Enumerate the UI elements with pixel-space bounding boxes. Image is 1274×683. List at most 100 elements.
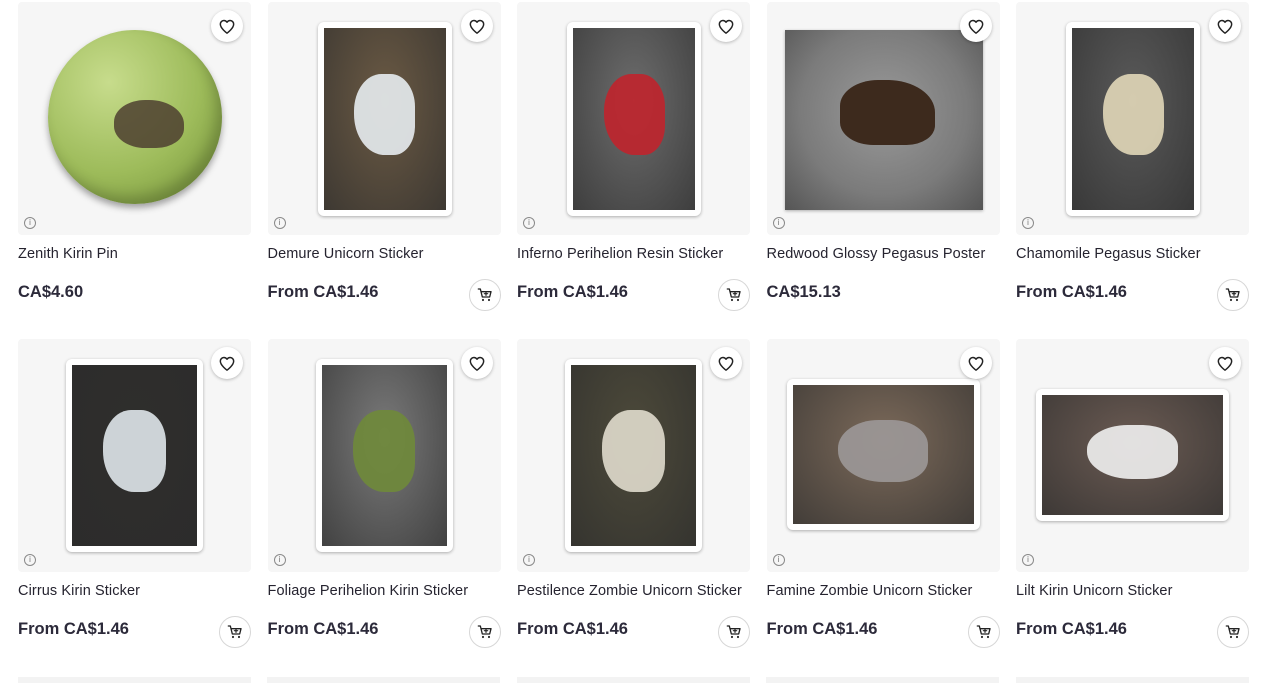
sticker-image: [565, 359, 702, 552]
product-thumbnail[interactable]: i: [1016, 339, 1249, 572]
favorite-button[interactable]: [710, 347, 742, 379]
product-card[interactable]: i Foliage Perihelion Kirin Sticker From CA…: [267, 339, 501, 676]
add-to-cart-button[interactable]: [468, 279, 501, 311]
add-to-cart-button[interactable]: [718, 616, 750, 648]
product-card[interactable]: i Demure Unicorn Sticker From CA$1.46: [267, 2, 501, 339]
heart-icon: [968, 356, 984, 371]
heart-icon: [469, 356, 485, 371]
info-icon[interactable]: i: [523, 554, 535, 566]
product-price: From CA$1.46: [18, 620, 129, 638]
product-thumbnail[interactable]: i: [18, 2, 251, 235]
heart-icon: [219, 19, 235, 34]
info-icon[interactable]: i: [24, 217, 36, 229]
product-card[interactable]: i Chamomile Pegasus Sticker From CA$1.46: [1016, 2, 1249, 339]
sticker-image: [1066, 22, 1200, 216]
product-title[interactable]: Zenith Kirin Pin: [18, 246, 118, 262]
product-thumbnail[interactable]: i: [267, 339, 501, 572]
product-price: From CA$1.46: [267, 620, 379, 638]
heart-icon: [718, 356, 734, 371]
info-icon[interactable]: i: [772, 217, 785, 229]
info-icon[interactable]: i: [24, 554, 36, 566]
add-to-cart-icon: [1225, 287, 1241, 303]
product-grid: i Zenith Kirin Pin CA$4.60 i Demure Unicorn …: [18, 2, 1249, 676]
product-card[interactable]: i Redwood Glossy Pegasus Poster CA$15.13: [766, 2, 1000, 339]
product-price: From CA$1.46: [517, 620, 628, 638]
favorite-button[interactable]: [959, 10, 992, 42]
next-row-card: [517, 677, 750, 683]
sticker-image: [786, 379, 980, 530]
add-to-cart-icon: [976, 624, 992, 640]
product-card[interactable]: i Cirrus Kirin Sticker From CA$1.46: [18, 339, 251, 676]
favorite-button[interactable]: [211, 10, 243, 42]
add-to-cart-button[interactable]: [718, 279, 750, 311]
favorite-button[interactable]: [710, 10, 742, 42]
poster-image: [784, 30, 983, 210]
product-title[interactable]: Famine Zombie Unicorn Sticker: [767, 583, 973, 599]
next-row-card: [766, 677, 999, 683]
product-price: CA$4.60: [18, 283, 84, 301]
product-price: CA$15.13: [766, 283, 841, 301]
favorite-button[interactable]: [211, 347, 243, 379]
product-price: From CA$1.46: [1016, 620, 1127, 638]
next-row-card: [267, 677, 500, 683]
sticker-image: [567, 22, 701, 216]
info-icon[interactable]: i: [772, 554, 785, 566]
product-price: From CA$1.46: [267, 283, 379, 301]
add-to-cart-icon: [726, 287, 742, 303]
info-icon[interactable]: i: [523, 217, 535, 229]
favorite-button[interactable]: [1209, 10, 1241, 42]
heart-icon: [718, 19, 734, 34]
product-card[interactable]: i Famine Zombie Unicorn Sticker From CA$1.…: [766, 339, 1000, 676]
sticker-image: [66, 359, 203, 552]
product-card[interactable]: i Pestilence Zombie Unicorn Sticker From C…: [517, 339, 750, 676]
add-to-cart-button[interactable]: [219, 616, 251, 648]
heart-icon: [469, 19, 485, 34]
info-icon[interactable]: i: [273, 554, 286, 566]
product-card[interactable]: i Zenith Kirin Pin CA$4.60: [18, 2, 251, 339]
next-row-card: [18, 677, 251, 683]
product-title[interactable]: Chamomile Pegasus Sticker: [1016, 246, 1201, 262]
product-thumbnail[interactable]: i: [1016, 2, 1249, 235]
heart-icon: [968, 19, 984, 34]
product-price: From CA$1.46: [1016, 283, 1127, 301]
favorite-button[interactable]: [959, 347, 992, 379]
product-thumbnail[interactable]: i: [517, 339, 750, 572]
product-title[interactable]: Pestilence Zombie Unicorn Sticker: [517, 583, 742, 599]
product-thumbnail[interactable]: i: [517, 2, 750, 235]
sticker-image: [315, 359, 453, 552]
add-to-cart-icon: [726, 624, 742, 640]
add-to-cart-button[interactable]: [967, 616, 1000, 648]
pin-image: [48, 30, 222, 204]
info-icon[interactable]: i: [1022, 554, 1034, 566]
add-to-cart-icon: [477, 287, 493, 303]
info-icon[interactable]: i: [273, 217, 286, 229]
sticker-image: [1036, 389, 1229, 521]
product-title[interactable]: Inferno Perihelion Resin Sticker: [517, 246, 723, 262]
heart-icon: [1217, 356, 1233, 371]
add-to-cart-button[interactable]: [468, 616, 501, 648]
product-price: From CA$1.46: [766, 620, 878, 638]
product-title[interactable]: Cirrus Kirin Sticker: [18, 583, 140, 599]
product-title[interactable]: Lilt Kirin Unicorn Sticker: [1016, 583, 1173, 599]
heart-icon: [219, 356, 235, 371]
add-to-cart-icon: [477, 624, 493, 640]
product-thumbnail[interactable]: i: [18, 339, 251, 572]
product-title[interactable]: Demure Unicorn Sticker: [268, 246, 424, 262]
product-thumbnail[interactable]: i: [766, 2, 1000, 235]
info-icon[interactable]: i: [1022, 217, 1034, 229]
heart-icon: [1217, 19, 1233, 34]
product-card[interactable]: i Lilt Kirin Unicorn Sticker From CA$1.46: [1016, 339, 1249, 676]
product-title[interactable]: Foliage Perihelion Kirin Sticker: [268, 583, 469, 599]
add-to-cart-icon: [1225, 624, 1241, 640]
sticker-image: [317, 22, 452, 216]
add-to-cart-button[interactable]: [1217, 279, 1249, 311]
product-thumbnail[interactable]: i: [766, 339, 1000, 572]
favorite-button[interactable]: [460, 347, 493, 379]
next-row-card: [1016, 677, 1249, 683]
favorite-button[interactable]: [460, 10, 493, 42]
product-card[interactable]: i Inferno Perihelion Resin Sticker From CA…: [517, 2, 750, 339]
add-to-cart-button[interactable]: [1217, 616, 1249, 648]
product-thumbnail[interactable]: i: [267, 2, 501, 235]
product-title[interactable]: Redwood Glossy Pegasus Poster: [767, 246, 986, 262]
favorite-button[interactable]: [1209, 347, 1241, 379]
